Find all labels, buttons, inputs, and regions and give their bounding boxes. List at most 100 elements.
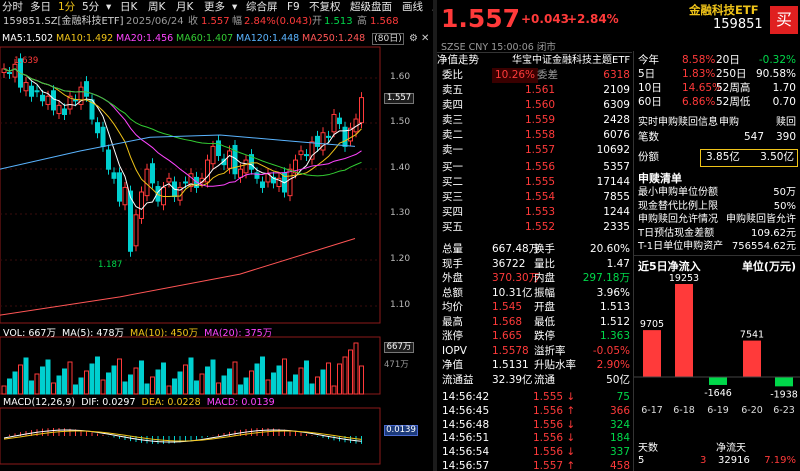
volume-bar [287,381,293,395]
bid-label: 买五 [442,221,463,233]
candle [56,104,62,115]
volume-bar [111,365,117,395]
flow-chart: 9705 6-17 19253 6-18 -1646 6-19 7541 6-20 -1938 6… [634,273,800,416]
volume-bar [67,361,73,395]
volume-bar [216,382,221,395]
candle [342,126,348,147]
ask-price: 1.560 [525,99,556,111]
ask-row[interactable]: 卖二 1.558 6076 [437,128,632,143]
volume-bar [1,385,7,395]
volume-bar [359,365,364,395]
vol-current-tag: 667万 [384,342,414,353]
volume-bar [254,363,260,395]
volume-bar [232,361,238,395]
volume-bar [205,366,210,395]
order-ratio-row: 委比 10.26% 委差 6318 [437,68,632,83]
detail-value: 20.60% [589,243,630,255]
ratio-label: 委比 [442,69,463,81]
candle [183,181,188,184]
volume-bar [353,342,359,395]
ask-label: 卖四 [442,99,463,111]
dea-line [3,430,362,442]
flow-date: 6-17 [641,405,663,416]
detail-value: 36722 [492,257,526,270]
macd-label: MACD(12,26,9) [3,397,76,408]
flow-date: 6-18 [673,405,695,416]
tick-row: 14:56:48 1.556 ↓ 324 [437,418,632,433]
candle [205,159,210,183]
volume-bar [150,376,155,395]
ratio-value: 10.26% [492,68,539,83]
price-tick: 1.40 [390,163,411,173]
volume-bar [51,382,56,395]
tick-time: 14:56:45 [442,404,490,417]
volume-bar [166,385,172,395]
flow-date: 6-23 [773,405,795,416]
macd-legend: MACD(12,26,9) DIF: 0.0297 DEA: 0.0228 MA… [3,397,275,408]
ask-label: 卖五 [442,84,463,96]
volume-bar [84,370,89,395]
macd-value: MACD: 0.0139 [206,397,275,408]
ask-row[interactable]: 卖一 1.557 10692 [437,143,632,158]
candle [7,72,12,75]
candle [304,154,309,157]
ask-volume: 2109 [603,84,630,96]
candle [210,145,216,165]
tick-price: 1.557 ↑ [533,460,576,471]
detail-row: 流通益 32.39亿 流通 50亿 [437,373,632,388]
volume-bar [348,349,353,395]
ask-row[interactable]: 卖三 1.559 2428 [437,113,632,128]
volume-bar [155,369,161,395]
bid-label: 买一 [442,161,463,173]
flow-footer-value: 32916 [718,455,750,466]
ask-price: 1.557 [525,144,556,156]
buy-button[interactable]: 买 [770,6,798,34]
detail-label: 最低 [534,315,555,328]
tick-volume: 184 [609,432,630,445]
volume-bar [326,362,331,395]
volume-bar [172,378,177,395]
detail-label: 流通益 [442,373,474,386]
detail-row: 均价 1.545 开盘 1.513 [437,300,632,315]
ask-row[interactable]: 卖五 1.561 2109 [437,83,632,98]
detail-row: 涨停 1.665 跌停 1.363 [437,329,632,344]
detail-value: 1.513 [599,301,630,313]
volume-bar [18,364,23,395]
candle [100,126,106,147]
price-tick: 1.10 [390,300,411,310]
detail-row: 净值 1.5131 升贴水率 2.90% [437,358,632,373]
volume-bar [106,372,111,395]
bid-row[interactable]: 买一 1.556 5357 [437,160,632,175]
bid-row[interactable]: 买四 1.553 1244 [437,205,632,220]
bid-volume: 17144 [596,176,630,188]
volume-bar [78,377,84,395]
volume-bar [12,371,18,395]
bid-volume: 1244 [603,206,630,218]
price-tick: 1.20 [390,254,411,264]
ask-row[interactable]: 卖四 1.560 6309 [437,98,632,113]
volume-bar [304,360,309,395]
volume-bar [183,364,188,395]
flow-bar [643,330,661,377]
candle [227,150,232,169]
tick-volume: 366 [609,404,630,417]
candle [287,168,293,197]
bid-row[interactable]: 买二 1.555 17144 [437,175,632,190]
bid-row[interactable]: 买五 1.552 2335 [437,220,632,235]
volume-bar [342,356,348,395]
candle [359,97,364,124]
ma20-line [3,68,362,187]
volume-bar [298,367,304,395]
candle [111,172,117,179]
detail-value: 1.5578 [492,344,529,357]
volume-bar [34,373,40,395]
detail-label: 升贴水率 [534,359,576,371]
price-change: +0.043 [521,12,570,26]
bid-row[interactable]: 买三 1.554 7855 [437,190,632,205]
volume-bar [315,376,320,395]
detail-value: 1.363 [599,330,630,342]
candle [34,90,40,93]
ask-volume: 2428 [603,114,630,126]
bid-volume: 5357 [603,161,630,173]
tick-row: 14:56:54 1.556 ↓ 337 [437,445,632,460]
